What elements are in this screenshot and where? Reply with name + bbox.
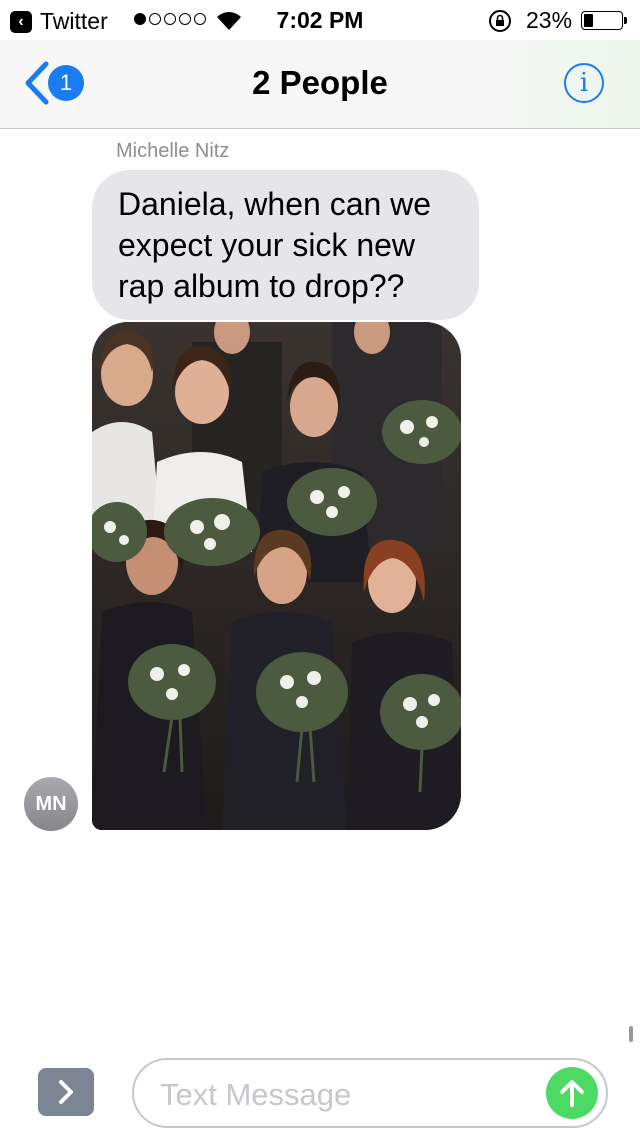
send-button[interactable]	[546, 1067, 598, 1119]
message-composer[interactable]	[132, 1058, 608, 1128]
group-photo-image	[92, 322, 461, 830]
nav-bar: 1 2 People i	[0, 40, 640, 129]
incoming-message-bubble[interactable]: Daniela, when can we expect your sick ne…	[92, 170, 479, 320]
message-text: Daniela, when can we expect your sick ne…	[118, 186, 432, 304]
scrollbar[interactable]	[629, 1026, 633, 1042]
photo-attachment[interactable]	[92, 322, 461, 830]
chevron-right-icon	[59, 1080, 73, 1104]
arrow-up-icon	[560, 1080, 584, 1107]
battery-percent: 23%	[526, 7, 573, 33]
avatar-initials: MN	[35, 792, 67, 815]
avatar[interactable]: MN	[24, 777, 78, 831]
apps-toggle-button[interactable]	[38, 1068, 94, 1116]
battery-icon	[581, 11, 627, 30]
conversation-title[interactable]: 2 People	[0, 64, 640, 102]
status-bar: ‹ Twitter 7:02 PM 23%	[0, 0, 640, 40]
message-input[interactable]	[158, 1074, 522, 1116]
rotation-lock-icon	[489, 10, 511, 32]
info-icon: i	[579, 68, 589, 98]
info-button[interactable]: i	[564, 63, 604, 103]
sender-name: Michelle Nitz	[116, 140, 230, 162]
